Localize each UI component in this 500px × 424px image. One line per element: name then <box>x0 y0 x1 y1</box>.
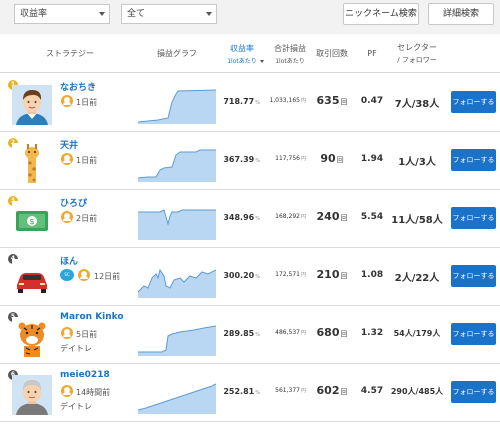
avatar: $ <box>12 201 52 241</box>
last-update: 12日前 <box>94 272 121 281</box>
table-row[interactable]: 5 Maron Kinko 5日前 デイトレ 289.85% 486,537円 … <box>0 306 500 364</box>
last-update: 14時間前 <box>76 388 111 397</box>
col-return-rate[interactable]: 収益率 1lotあたり <box>220 34 264 73</box>
man-avatar-icon <box>12 85 52 125</box>
trade-count: 635回 <box>316 94 348 107</box>
strategy-name-link[interactable]: ひろぴ <box>60 196 87 209</box>
pnl-sparkline <box>138 89 216 124</box>
selector-follower-count: 2人/22人 <box>394 273 440 284</box>
trade-count: 680回 <box>316 326 348 339</box>
col-total-pnl[interactable]: 合計損益 1lotあたり <box>268 34 312 73</box>
period-select[interactable]: 全て <box>121 4 217 24</box>
follow-button[interactable]: フォローする <box>451 323 496 345</box>
follow-button[interactable]: フォローする <box>451 265 496 287</box>
filter-toolbar: 収益率 全て ニックネーム検索 詳細検索 <box>0 0 500 34</box>
chevron-down-icon <box>206 12 212 16</box>
avatar <box>12 317 52 357</box>
return-rate: 289.85% <box>223 329 260 338</box>
table-row[interactable]: 1 なおちき 1日前 718.77% 1,033,165円 635回 0.47 … <box>0 74 500 132</box>
table-row[interactable]: 6 meie0218 14時間前 デイトレ 252.81% 561,377円 6… <box>0 364 500 422</box>
col-selector[interactable]: セレクター / フォロワー <box>388 34 446 73</box>
user-icon <box>61 211 73 223</box>
strategy-name-link[interactable]: ほん <box>60 254 78 267</box>
pnl-sparkline <box>138 149 216 182</box>
avatar <box>12 143 52 183</box>
col-trades[interactable]: 取引回数 <box>312 34 352 73</box>
total-pnl: 172,571円 <box>275 271 306 278</box>
avatar <box>12 375 52 415</box>
user-icon <box>61 385 73 397</box>
return-rate: 252.81% <box>223 387 260 396</box>
profit-factor: 5.54 <box>360 212 384 222</box>
pnl-sparkline <box>138 325 216 356</box>
giraffe-avatar-icon <box>12 143 52 183</box>
select-color-badge: SC <box>60 269 74 281</box>
user-icon <box>61 95 73 107</box>
sort-select-value: 収益率 <box>20 9 48 19</box>
trade-count: 602回 <box>316 384 348 397</box>
period-select-value: 全て <box>127 9 146 19</box>
money-avatar-icon: $ <box>12 201 52 241</box>
follow-button[interactable]: フォローする <box>451 149 496 171</box>
col-graph: 損益グラフ <box>157 49 197 58</box>
return-rate: 348.96% <box>223 213 260 222</box>
table-row[interactable]: 4 ほん SC 12日前 300.20% 172,571円 210回 1.08 … <box>0 248 500 306</box>
trade-count: 90回 <box>320 152 344 165</box>
avatar <box>12 85 52 125</box>
user-icon <box>61 153 73 165</box>
col-pf[interactable]: PF <box>357 34 387 73</box>
profit-factor: 1.94 <box>360 154 384 164</box>
return-rate: 300.20% <box>223 271 260 280</box>
table-header: ストラテジー 損益グラフ 収益率 1lotあたり 合計損益 1lotあたり 取引… <box>0 34 500 73</box>
selector-follower-count: 54人/179人 <box>393 329 441 338</box>
selector-follower-count: 290人/485人 <box>390 387 444 396</box>
detail-search-button[interactable]: 詳細検索 <box>428 3 494 25</box>
strategy-name-link[interactable]: Maron Kinko <box>60 312 124 322</box>
profit-factor: 0.47 <box>360 96 384 106</box>
return-rate: 718.77% <box>223 97 260 106</box>
car-avatar-icon <box>12 259 52 299</box>
total-pnl: 117,756円 <box>275 155 306 162</box>
strategy-tag: デイトレ <box>60 402 92 411</box>
user-icon <box>61 327 73 339</box>
selector-follower-count: 1人/3人 <box>398 157 436 168</box>
follow-button[interactable]: フォローする <box>451 207 496 229</box>
strategy-name-link[interactable]: meie0218 <box>60 370 110 380</box>
user-icon <box>78 269 90 281</box>
svg-text:$: $ <box>29 217 34 226</box>
profit-factor: 1.08 <box>360 270 384 280</box>
total-pnl: 486,537円 <box>275 329 306 336</box>
selector-follower-count: 7人/38人 <box>394 99 440 110</box>
strategy-name-link[interactable]: なおちき <box>60 80 96 93</box>
return-rate: 367.39% <box>223 155 260 164</box>
pnl-sparkline <box>138 383 216 414</box>
table-row[interactable]: 3 $ ひろぴ 2日前 348.96% 168,292円 240回 5.54 1… <box>0 190 500 248</box>
total-pnl: 561,377円 <box>275 387 306 394</box>
selector-follower-count: 11人/58人 <box>391 215 443 226</box>
col-strategy[interactable]: ストラテジー <box>20 34 120 73</box>
strategy-name-link[interactable]: 天井 <box>60 138 78 151</box>
follow-button[interactable]: フォローする <box>451 91 496 113</box>
sort-select[interactable]: 収益率 <box>14 4 110 24</box>
follow-button[interactable]: フォローする <box>451 381 496 403</box>
trade-count: 210回 <box>316 268 348 281</box>
total-pnl: 168,292円 <box>275 213 306 220</box>
old-man-avatar-icon <box>12 375 52 415</box>
profit-factor: 1.32 <box>360 328 384 338</box>
avatar <box>12 259 52 299</box>
last-update: 1日前 <box>76 156 98 165</box>
nickname-search-button[interactable]: ニックネーム検索 <box>343 3 419 25</box>
strategy-tag: デイトレ <box>60 344 92 353</box>
profit-factor: 4.57 <box>360 386 384 396</box>
chevron-down-icon <box>99 12 105 16</box>
pnl-sparkline <box>138 209 216 240</box>
table-row[interactable]: 2 天井 1日前 367.39% 117,756円 90回 1.94 1人/3人… <box>0 132 500 190</box>
last-update: 1日前 <box>76 98 98 107</box>
tiger-avatar-icon <box>12 317 52 357</box>
last-update: 5日前 <box>76 330 98 339</box>
last-update: 2日前 <box>76 214 98 223</box>
pnl-sparkline <box>138 268 216 298</box>
trade-count: 240回 <box>316 210 348 223</box>
total-pnl: 1,033,165円 <box>269 97 306 104</box>
